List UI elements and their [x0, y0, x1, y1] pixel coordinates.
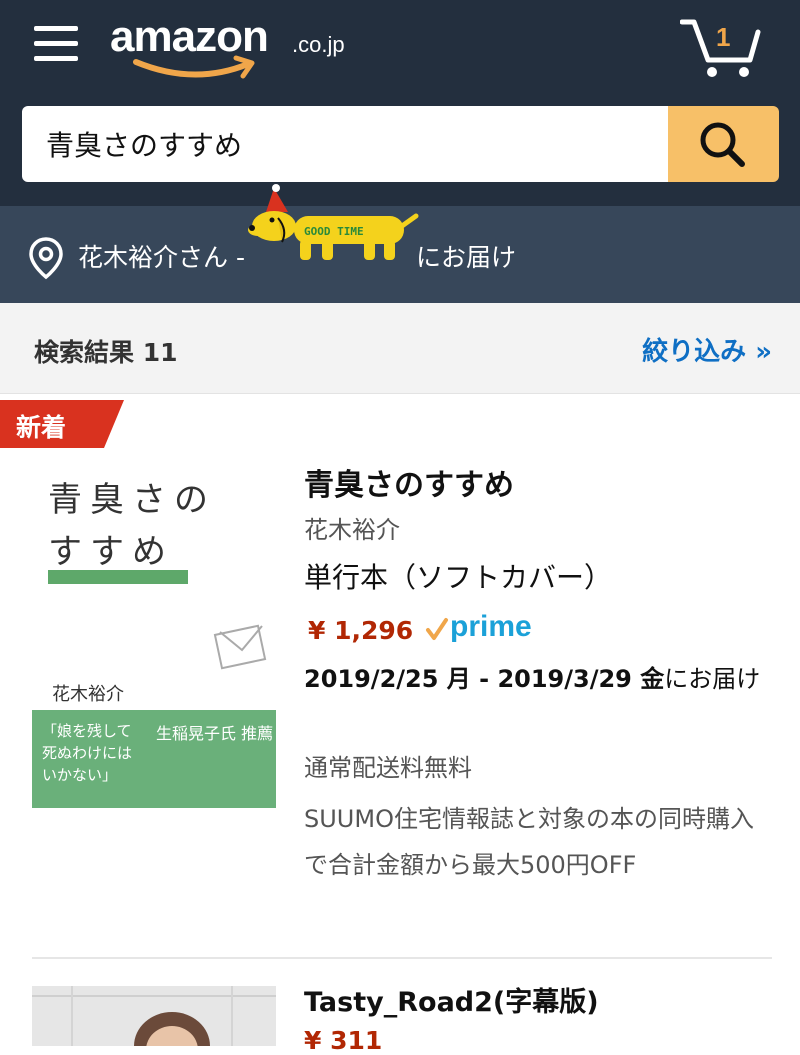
top-header: amazon .co.jp 1	[0, 0, 800, 98]
cover-title-line2: すすめ	[48, 532, 174, 572]
shipping-info: 通常配送料無料	[304, 754, 472, 782]
cover-title-line1: 青臭さの	[48, 480, 216, 520]
mascot-label: GOOD TIME	[304, 225, 364, 238]
envelope-illustration-icon	[213, 624, 267, 670]
amazon-logo[interactable]: amazon .co.jp	[110, 10, 370, 80]
product-2-thumbnail[interactable]	[32, 986, 276, 1046]
result-divider	[32, 957, 772, 959]
cover-quote: 「娘を残して 死ぬわけには いかない」	[42, 722, 133, 784]
filter-link[interactable]: 絞り込み »	[642, 331, 772, 368]
product-price: ¥ 1,296	[308, 616, 414, 645]
search-icon	[700, 122, 745, 167]
product-author: 花木裕介	[304, 516, 400, 544]
product-format: 単行本（ソフトカバー）	[304, 561, 613, 594]
search-input[interactable]	[22, 106, 668, 182]
prime-check-icon: prime	[426, 610, 532, 643]
prime-label: prime	[450, 610, 532, 643]
hamburger-menu-icon[interactable]	[34, 24, 78, 64]
cart-button[interactable]: 1	[679, 14, 762, 78]
cover-author: 花木裕介	[52, 684, 124, 705]
badge-label: 新着	[16, 413, 67, 442]
smile-arrow-icon	[133, 55, 255, 79]
logo-domain: .co.jp	[292, 32, 345, 57]
location-pin-icon	[29, 237, 63, 280]
result-count: 検索結果 11	[34, 338, 178, 367]
new-arrival-badge: 新着	[0, 400, 124, 448]
search-button[interactable]	[668, 106, 779, 182]
product-cover-image[interactable]: 青臭さの すすめ 花木裕介 「娘を残して 死ぬわけには いかない」 生稲晃子氏 …	[32, 452, 276, 808]
delivery-estimate: 2019/2/25 月 - 2019/3/29 金にお届け	[304, 656, 774, 702]
cover-endorser: 生稲晃子氏 推薦	[156, 724, 274, 743]
results-summary-bar: 検索結果 11 絞り込み »	[0, 303, 800, 394]
product-title[interactable]: 青臭さのすすめ	[304, 460, 514, 504]
delivery-suffix: にお届け	[416, 243, 517, 272]
cover-green-band: 「娘を残して 死ぬわけには いかない」 生稲晃子氏 推薦	[32, 710, 276, 808]
cover-green-strip	[48, 570, 188, 584]
delivery-dates: 2019/2/25 月 - 2019/3/29 金	[304, 665, 665, 693]
delivery-estimate-suffix: にお届け	[664, 665, 761, 693]
product-2-price: ¥ 311	[304, 1026, 383, 1055]
promo-text: SUUMO住宅情報誌と対象の本の同時購入で合計金額から最大500円OFF	[304, 805, 754, 879]
product-2-title[interactable]: Tasty_Road2(字幕版)	[304, 980, 599, 1019]
cart-count-badge: 1	[716, 22, 731, 52]
person-photo-icon	[32, 986, 276, 1046]
dachshund-mascot-icon: GOOD TIME	[248, 184, 419, 260]
delivery-recipient: 花木裕介さん -	[78, 243, 245, 272]
delivery-location-bar[interactable]: 花木裕介さん - にお届け GOOD TIME	[0, 184, 800, 303]
